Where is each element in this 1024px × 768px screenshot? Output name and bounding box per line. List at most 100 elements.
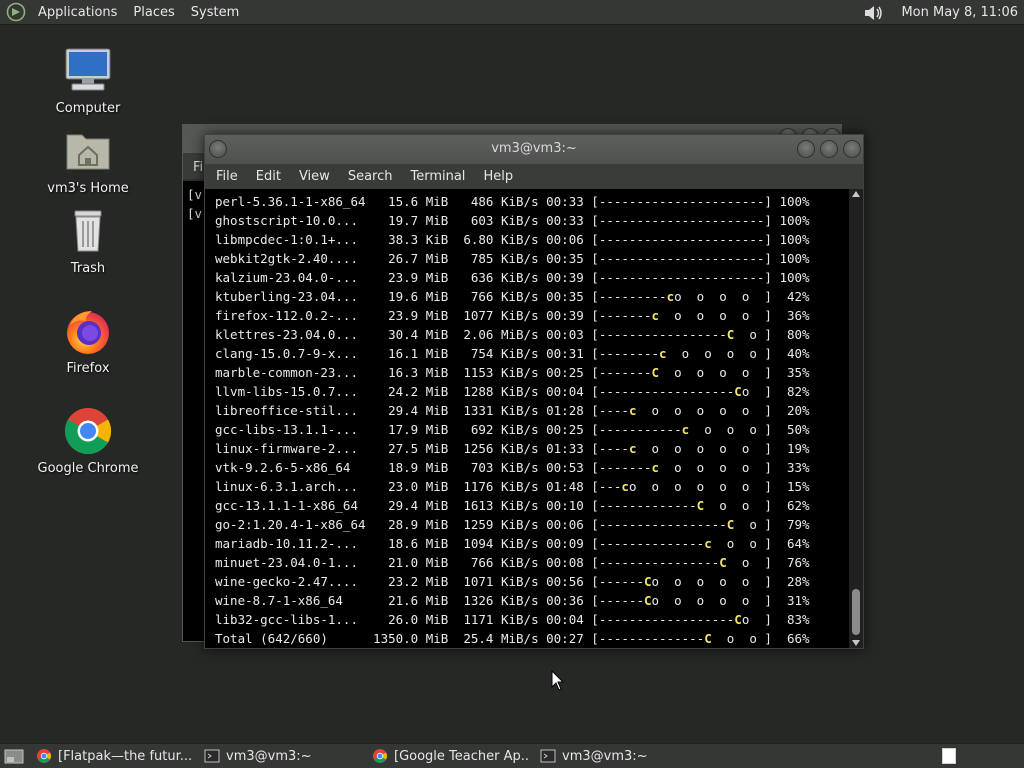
progress-bar-text: [----------------------] — [591, 270, 772, 285]
progress-percent: 31% — [771, 593, 810, 608]
show-desktop-icon[interactable] — [4, 748, 24, 764]
menu-search[interactable]: Search — [339, 164, 402, 189]
taskbar-task[interactable]: vm3@vm3:~ — [534, 744, 702, 768]
progress-percent: 42% — [771, 289, 810, 304]
close-button[interactable] — [843, 140, 861, 158]
scroll-up-arrow-icon[interactable] — [852, 191, 860, 197]
progress-bar-text: [-------------C o o ] — [591, 498, 772, 513]
terminal-icon — [204, 749, 220, 763]
taskbar-task[interactable]: [Flatpak—the futur... — [30, 744, 198, 768]
pacman-progress-marker: C — [734, 384, 742, 399]
menu-edit[interactable]: Edit — [247, 164, 290, 189]
download-row: klettres-23.04.0... 30.4 MiB 2.06 MiB/s … — [215, 325, 849, 344]
desktop-icon-label: Firefox — [66, 361, 110, 376]
download-row: perl-5.36.1-1-x86_64 15.6 MiB 486 KiB/s … — [215, 192, 849, 211]
progress-bar-text: [--------c o o o o ] — [591, 346, 772, 361]
menu-view[interactable]: View — [290, 164, 339, 189]
download-row: mariadb-10.11.2-... 18.6 MiB 1094 KiB/s … — [215, 534, 849, 553]
pacman-progress-marker: C — [696, 498, 705, 513]
progress-percent: 66% — [771, 631, 810, 646]
desktop-icon-label: Trash — [70, 261, 106, 276]
taskbar-task[interactable]: [Google Teacher Ap... — [366, 744, 534, 768]
pacman-progress-marker: c — [621, 479, 629, 494]
progress-bar-text: [----------------------] — [591, 232, 772, 247]
download-info: firefox-112.0.2-... 23.9 MiB 1077 KiB/s … — [215, 308, 592, 323]
menu-applications[interactable]: Applications — [30, 0, 125, 25]
progress-bar-text: [------------------Co ] — [591, 612, 772, 627]
computer-icon — [65, 48, 111, 91]
download-info: ghostscript-10.0... 19.7 MiB 603 KiB/s 0… — [215, 213, 592, 228]
desktop-icon-firefox[interactable]: Firefox — [28, 305, 148, 376]
download-info: wine-gecko-2.47.... 23.2 MiB 1071 KiB/s … — [215, 574, 592, 589]
menu-file[interactable]: File — [207, 164, 247, 189]
progress-bar-text: [----------------------] — [591, 251, 772, 266]
scroll-down-arrow-icon[interactable] — [852, 640, 860, 646]
applications-logo-icon[interactable] — [6, 2, 26, 22]
pacman-progress-marker: c — [659, 346, 667, 361]
pacman-progress-marker: C — [704, 631, 712, 646]
menu-system[interactable]: System — [183, 0, 247, 25]
progress-bar-text: [-----------------C o ] — [591, 327, 772, 342]
menu-terminal[interactable]: Terminal — [401, 164, 474, 189]
desktop-icon-computer[interactable]: Computer — [28, 45, 148, 116]
download-info: lib32-gcc-libs-1... 26.0 MiB 1171 KiB/s … — [215, 612, 592, 627]
terminal-titlebar[interactable]: vm3@vm3:~ — [205, 135, 863, 164]
download-row: gcc-libs-13.1.1-... 17.9 MiB 692 KiB/s 0… — [215, 420, 849, 439]
top-panel-tray: Mon May 8, 11:06 — [863, 0, 1024, 25]
pacman-progress-marker: c — [651, 308, 660, 323]
pacman-progress-marker: C — [719, 555, 727, 570]
download-row: llvm-libs-15.0.7... 24.2 MiB 1288 KiB/s … — [215, 382, 849, 401]
desktop-icon-label: vm3's Home — [47, 181, 129, 196]
progress-percent: 100% — [771, 251, 810, 266]
terminal-output[interactable]: perl-5.36.1-1-x86_64 15.6 MiB 486 KiB/s … — [205, 189, 849, 648]
desktop-icon-home[interactable]: vm3's Home — [28, 125, 148, 196]
clock[interactable]: Mon May 8, 11:06 — [901, 5, 1024, 20]
volume-icon[interactable] — [863, 3, 885, 23]
download-row: kalzium-23.04.0-... 23.9 MiB 636 KiB/s 0… — [215, 268, 849, 287]
pacman-progress-marker: c — [681, 422, 690, 437]
mouse-pointer-icon — [551, 670, 565, 691]
maximize-button[interactable] — [820, 140, 838, 158]
terminal-menubar: File Edit View Search Terminal Help — [205, 164, 863, 189]
progress-percent: 80% — [771, 327, 810, 342]
progress-percent: 100% — [771, 270, 810, 285]
progress-percent: 35% — [771, 365, 810, 380]
menu-places[interactable]: Places — [125, 0, 182, 25]
progress-bar-text: [-------C o o o o ] — [591, 365, 772, 380]
progress-bar-text: [---co o o o o o ] — [591, 479, 772, 494]
progress-bar-text: [--------------C o o ] — [591, 631, 772, 646]
download-row: clang-15.0.7-9-x... 16.1 MiB 754 KiB/s 0… — [215, 344, 849, 363]
task-label: [Flatpak—the futur... — [58, 748, 192, 764]
pacman-progress-marker: C — [643, 593, 652, 608]
pacman-progress-marker: c — [704, 536, 712, 551]
desktop-icon-chrome[interactable]: Google Chrome — [28, 405, 148, 476]
terminal-window[interactable]: vm3@vm3:~ File Edit View Search Terminal… — [204, 134, 864, 649]
menu-help[interactable]: Help — [474, 164, 522, 189]
workspace-switcher[interactable] — [942, 748, 956, 764]
terminal-scrollbar[interactable] — [849, 189, 863, 648]
download-info: minuet-23.04.0-1... 21.0 MiB 766 KiB/s 0… — [215, 555, 592, 570]
download-info: vtk-9.2.6-5-x86_64 18.9 MiB 703 KiB/s 00… — [215, 460, 592, 475]
download-info: webkit2gtk-2.40.... 26.7 MiB 785 KiB/s 0… — [215, 251, 592, 266]
desktop-icon-trash[interactable]: Trash — [28, 205, 148, 276]
progress-bar-text: [-----------c o o o ] — [591, 422, 772, 437]
taskbar-task[interactable]: vm3@vm3:~ — [198, 744, 366, 768]
background-menu-file[interactable]: Fi — [193, 160, 203, 175]
progress-bar-text: [----------------------] — [591, 194, 772, 209]
progress-percent: 100% — [771, 232, 810, 247]
progress-percent: 19% — [771, 441, 810, 456]
download-row: marble-common-23... 16.3 MiB 1153 KiB/s … — [215, 363, 849, 382]
progress-percent: 100% — [771, 213, 810, 228]
progress-percent: 100% — [771, 194, 810, 209]
progress-bar-text: [----------------------] — [591, 213, 772, 228]
pacman-progress-marker: C — [726, 517, 735, 532]
scrollbar-thumb[interactable] — [852, 589, 860, 635]
home-folder-icon — [66, 134, 110, 170]
minimize-button[interactable] — [797, 140, 815, 158]
download-info: clang-15.0.7-9-x... 16.1 MiB 754 KiB/s 0… — [215, 346, 592, 361]
progress-bar-text: [----c o o o o o ] — [591, 441, 772, 456]
pacman-progress-marker: c — [628, 403, 637, 418]
progress-percent: 64% — [771, 536, 810, 551]
progress-percent: 33% — [771, 460, 810, 475]
download-info: klettres-23.04.0... 30.4 MiB 2.06 MiB/s … — [215, 327, 592, 342]
